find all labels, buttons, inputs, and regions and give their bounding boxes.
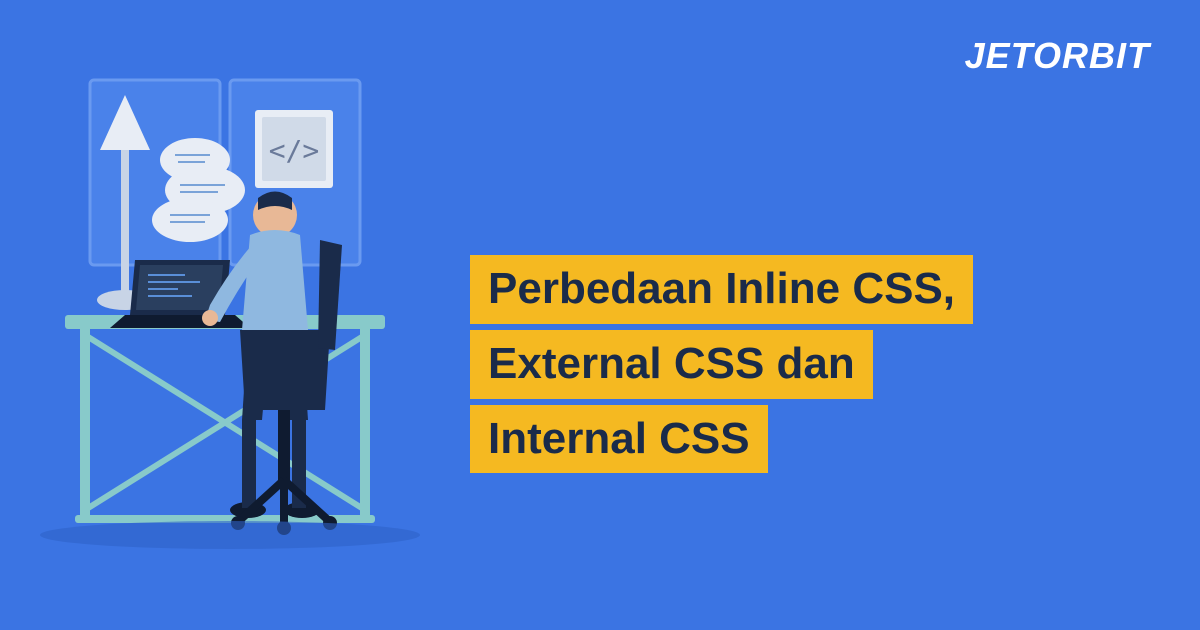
brand-logo: JETORBIT [965,35,1150,77]
headline-line-2: External CSS dan [470,330,873,399]
headline-block: Perbedaan Inline CSS, External CSS dan I… [470,255,973,479]
headline-line-3: Internal CSS [470,405,768,474]
svg-text:</>: </> [269,134,320,167]
developer-illustration: </> [30,70,450,590]
headline-line-1: Perbedaan Inline CSS, [470,255,973,324]
